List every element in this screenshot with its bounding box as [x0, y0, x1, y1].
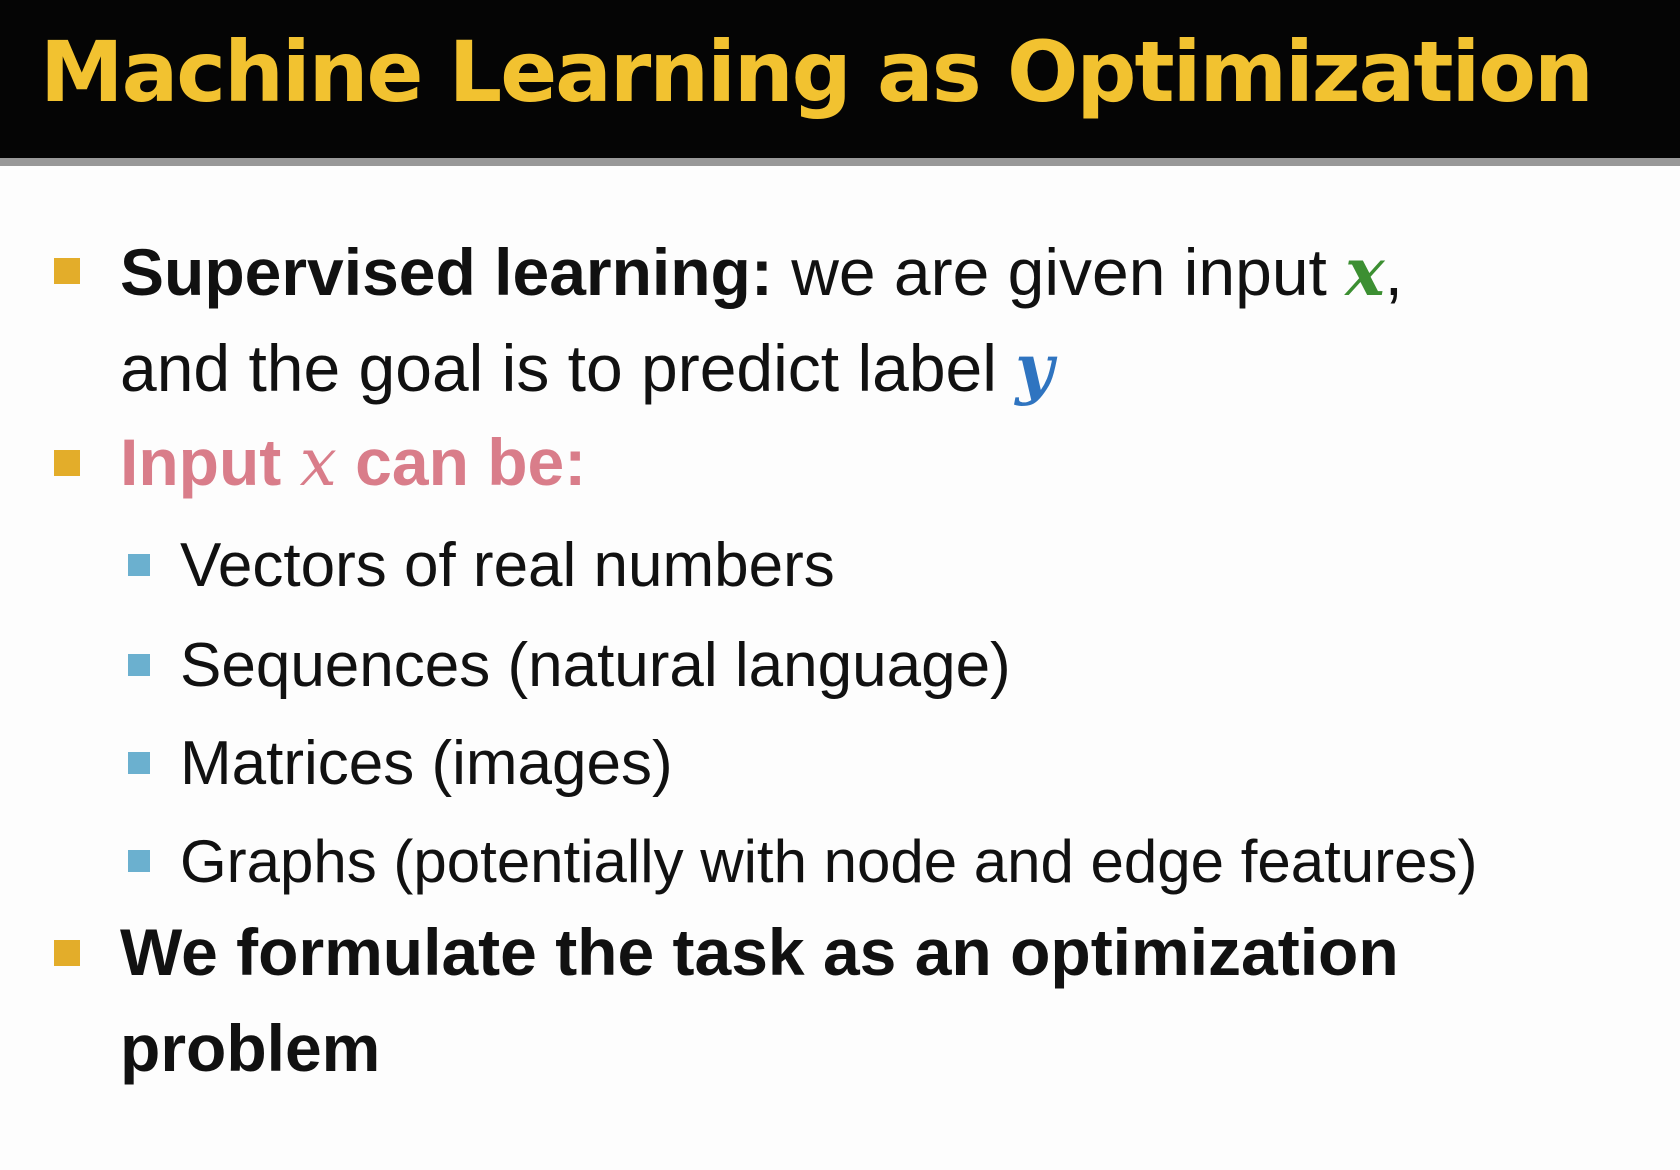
bullet-1-comma: ,	[1384, 235, 1403, 309]
title-divider	[0, 158, 1680, 166]
sub-item-sequences: Sequences (natural language)	[180, 631, 1011, 700]
sub-bullet-marker	[128, 554, 150, 576]
bullet-1-line-2: and the goal is to predict label y	[120, 328, 1054, 408]
bullet-3-line-1: We formulate the task as an optimization	[120, 915, 1399, 989]
sub-item-matrices: Matrices (images)	[180, 729, 673, 798]
sub-item-graphs: Graphs (potentially with node and edge f…	[180, 828, 1478, 895]
bullet-1-line-1: Supervised learning: we are given input …	[120, 232, 1403, 312]
sub-bullet-marker	[128, 752, 150, 774]
variable-x: x	[1345, 233, 1385, 311]
slide-title: Machine Learning as Optimization	[40, 23, 1594, 121]
bullet-1-text: we are given input	[772, 235, 1346, 309]
bullet-marker	[54, 940, 80, 966]
bullet-2-heading: Input x can be:	[120, 422, 586, 503]
supervised-learning-lead: Supervised learning:	[120, 235, 773, 309]
bullet-marker	[54, 450, 80, 476]
sub-bullet-marker	[128, 850, 150, 872]
bullet-marker	[54, 258, 80, 284]
input-heading-text: Input	[120, 425, 300, 499]
input-variable-x: x	[299, 424, 337, 501]
bullet-3-line-2: problem	[120, 1011, 381, 1085]
input-heading-suffix: can be:	[336, 425, 587, 499]
title-bar: Machine Learning as Optimization	[0, 0, 1680, 158]
slide-body: Supervised learning: we are given input …	[0, 170, 1680, 1170]
bullet-1-line-2-text: and the goal is to predict label	[120, 331, 1016, 405]
sub-item-vectors: Vectors of real numbers	[180, 531, 835, 600]
sub-bullet-marker	[128, 654, 150, 676]
variable-y: y	[1015, 329, 1054, 407]
